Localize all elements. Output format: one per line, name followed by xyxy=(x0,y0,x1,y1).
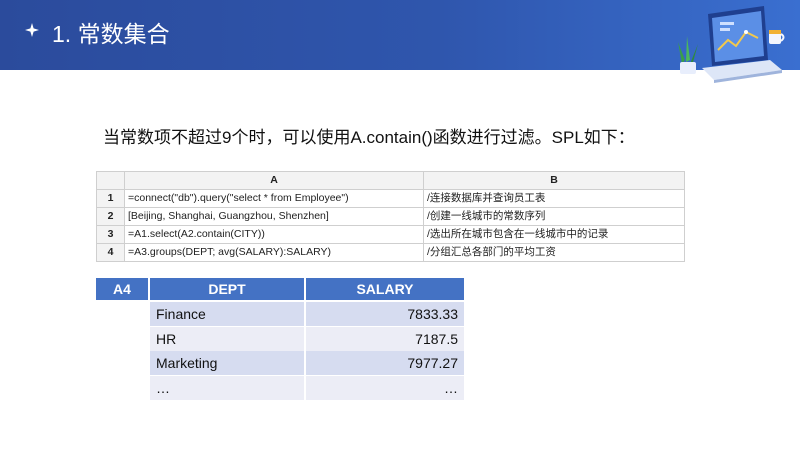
cell-b3[interactable]: /选出所在城市包含在一线城市中的记录 xyxy=(423,225,685,244)
cell-b1[interactable]: /连接数据库并查询员工表 xyxy=(423,189,685,208)
page-title: 1. 常数集合 xyxy=(52,21,170,47)
result-cell-salary: … xyxy=(306,376,464,400)
result-label: A4 xyxy=(96,278,148,300)
code-row: 1 =connect("db").query("select * from Em… xyxy=(96,189,685,208)
row-number[interactable]: 4 xyxy=(96,243,125,262)
grid-corner xyxy=(96,171,125,190)
description-text: 当常数项不超过9个时，可以使用A.contain()函数进行过滤。SPL如下： xyxy=(103,128,635,147)
column-header-b[interactable]: B xyxy=(423,171,685,190)
plant-icon xyxy=(678,36,698,74)
result-cell-salary: 7833.33 xyxy=(306,302,464,326)
column-header-a[interactable]: A xyxy=(124,171,424,190)
column-header-salary: SALARY xyxy=(306,278,464,300)
code-row: 3 =A1.select(A2.contain(CITY)) /选出所在城市包含… xyxy=(96,225,685,244)
result-cell-salary: 7977.27 xyxy=(306,351,464,375)
sparkle-icon xyxy=(25,23,39,37)
cell-b2[interactable]: /创建一线城市的常数序列 xyxy=(423,207,685,226)
cell-a1[interactable]: =connect("db").query("select * from Empl… xyxy=(124,189,424,208)
result-cell-salary: 7187.5 xyxy=(306,327,464,351)
result-cell-dept: Finance xyxy=(150,302,304,326)
result-cell-dept: HR xyxy=(150,327,304,351)
result-cell-dept: Marketing xyxy=(150,351,304,375)
row-number[interactable]: 1 xyxy=(96,189,125,208)
laptop-illustration xyxy=(678,6,785,83)
spl-code-grid: A B 1 =connect("db").query("select * fro… xyxy=(96,171,685,262)
row-number[interactable]: 3 xyxy=(96,225,125,244)
cell-b4[interactable]: /分组汇总各部门的平均工资 xyxy=(423,243,685,262)
code-row: 2 [Beijing, Shanghai, Guangzhou, Shenzhe… xyxy=(96,207,685,226)
row-number[interactable]: 2 xyxy=(96,207,125,226)
result-cell-dept: … xyxy=(150,376,304,400)
cell-a3[interactable]: =A1.select(A2.contain(CITY)) xyxy=(124,225,424,244)
column-header-dept: DEPT xyxy=(150,278,304,300)
cell-a2[interactable]: [Beijing, Shanghai, Guangzhou, Shenzhen] xyxy=(124,207,424,226)
code-row: 4 =A3.groups(DEPT; avg(SALARY):SALARY) /… xyxy=(96,243,685,262)
mug-icon xyxy=(769,30,785,44)
laptop-icon xyxy=(702,6,782,83)
cell-a4[interactable]: =A3.groups(DEPT; avg(SALARY):SALARY) xyxy=(124,243,424,262)
